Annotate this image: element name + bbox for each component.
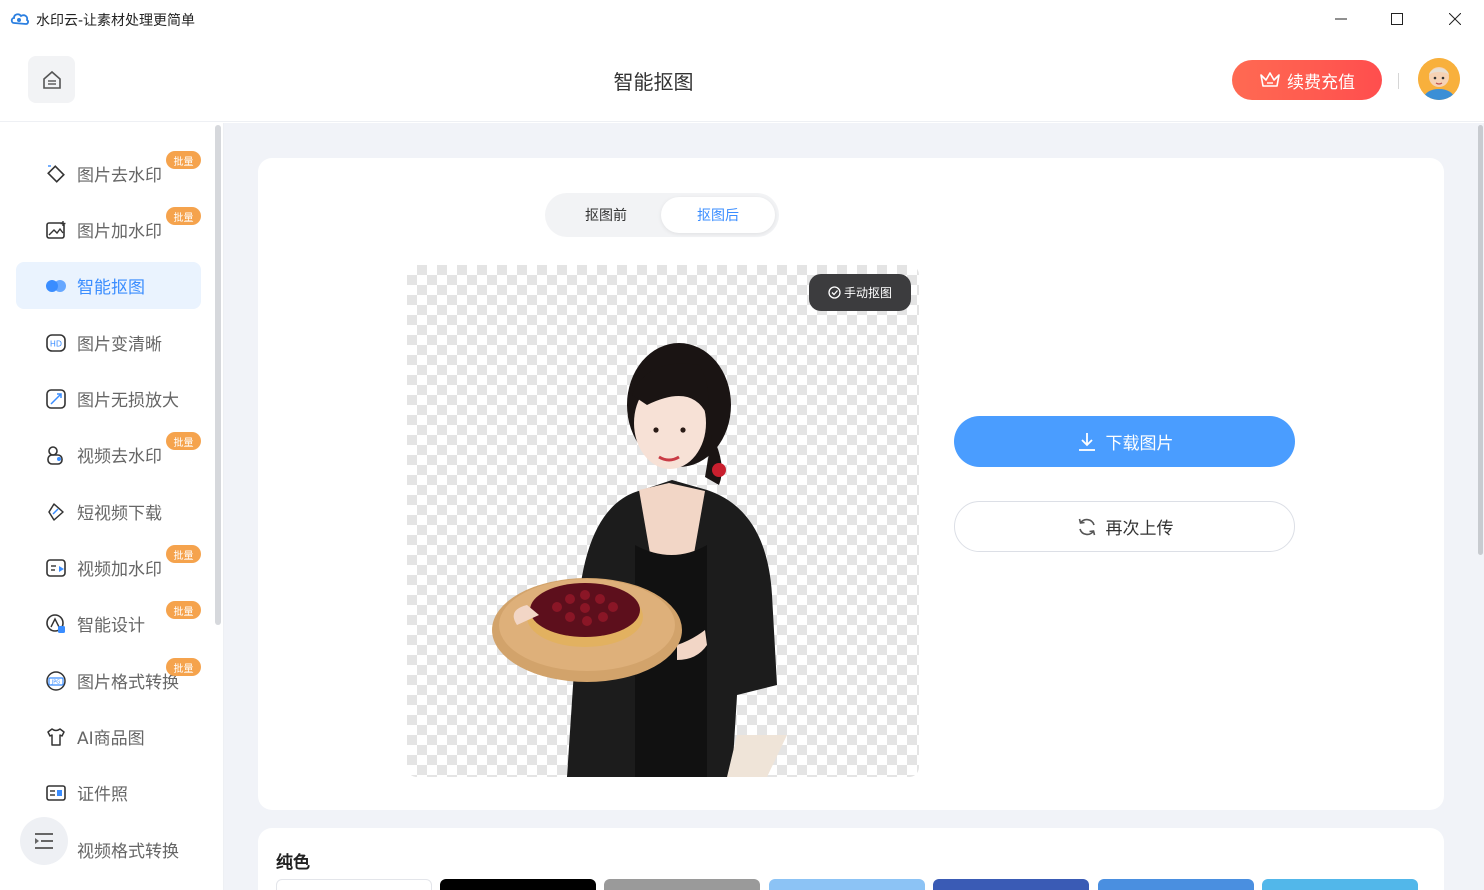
batch-badge: 批量 <box>166 207 201 225</box>
minimize-icon <box>1335 18 1347 20</box>
cutout-icon <box>44 274 68 298</box>
sidebar-item-label: 短视频下载 <box>77 504 162 524</box>
manual-cutout-label: 手动抠图 <box>843 286 892 300</box>
video-add-icon <box>44 556 68 580</box>
color-swatch[interactable] <box>1098 879 1254 890</box>
color-swatch[interactable] <box>604 879 760 890</box>
enlarge-icon <box>44 387 68 411</box>
hd-icon: HD <box>44 331 68 355</box>
before-after-toggle: 抠图前 抠图后 <box>545 193 779 237</box>
solid-color-panel: 纯色 <box>258 828 1444 890</box>
sidebar-item-id-photo[interactable]: 证件照 <box>16 769 201 816</box>
svg-text:JPG: JPG <box>51 679 60 685</box>
collapse-sidebar-button[interactable] <box>20 817 68 865</box>
download-image-button[interactable]: 下载图片 <box>954 416 1295 467</box>
tshirt-icon <box>44 725 68 749</box>
sidebar-item-label: 视频格式转换 <box>77 842 179 862</box>
color-swatch[interactable] <box>933 879 1089 890</box>
menu-collapse-icon <box>35 833 53 849</box>
batch-badge: 批量 <box>166 151 201 169</box>
sidebar-item-label: 视频加水印 <box>77 560 162 580</box>
sidebar-item-label: 图片变清晰 <box>77 335 162 355</box>
image-add-icon <box>44 218 68 242</box>
sidebar-item-label: 图片加水印 <box>77 222 162 242</box>
close-button[interactable] <box>1426 0 1484 38</box>
cutout-card: 抠图前 抠图后 手动抠图 下载图片 再次上传 <box>258 158 1444 810</box>
refresh-icon <box>1078 518 1095 535</box>
sidebar-item-label: 图片无损放大 <box>77 391 179 411</box>
download-label: 下载图片 <box>1105 434 1174 454</box>
link-icon <box>44 500 68 524</box>
avatar-image <box>1418 58 1460 100</box>
download-icon <box>1078 432 1095 451</box>
sidebar-scrollbar[interactable] <box>215 125 221 625</box>
reupload-button[interactable]: 再次上传 <box>954 501 1295 552</box>
video-eraser-icon <box>44 443 68 467</box>
close-icon <box>1449 13 1461 25</box>
renew-label: 续费充值 <box>1287 72 1355 93</box>
color-swatch[interactable] <box>276 879 432 890</box>
sidebar-item-ai-product[interactable]: AI商品图 <box>16 713 201 760</box>
color-swatch[interactable] <box>769 879 925 890</box>
jpg-icon: JPG <box>44 669 68 693</box>
manual-edit-icon <box>828 286 841 299</box>
main-scrollbar[interactable] <box>1477 123 1484 890</box>
header-divider <box>1398 73 1399 89</box>
tab-after-cutout[interactable]: 抠图后 <box>661 197 775 233</box>
maximize-button[interactable] <box>1368 0 1426 38</box>
sidebar-item-short-video-download[interactable]: 短视频下载 <box>16 488 201 535</box>
crown-icon <box>1260 72 1280 87</box>
manual-cutout-button[interactable]: 手动抠图 <box>809 274 911 311</box>
window-title: 水印云-让素材处理更简单 <box>36 13 196 29</box>
sidebar: 图片去水印 批量 图片加水印 批量 智能抠图 HD 图片变清晰 图片无损放大 视… <box>0 123 224 890</box>
color-swatch[interactable] <box>1262 879 1418 890</box>
sidebar-item-image-enhance[interactable]: HD 图片变清晰 <box>16 319 201 366</box>
solid-color-title: 纯色 <box>276 853 310 873</box>
main-area: 抠图前 抠图后 手动抠图 下载图片 再次上传 纯色 <box>224 123 1477 890</box>
reupload-label: 再次上传 <box>1105 519 1174 539</box>
cutout-result-image <box>492 343 787 777</box>
sidebar-item-label: AI商品图 <box>77 729 145 749</box>
page-title: 智能抠图 <box>613 70 694 94</box>
color-swatch[interactable] <box>440 879 596 890</box>
title-bar: 水印云-让素材处理更简单 <box>0 0 1484 38</box>
app-logo-icon <box>10 13 29 25</box>
user-avatar[interactable] <box>1418 58 1460 100</box>
sidebar-item-label: 图片去水印 <box>77 166 162 186</box>
sidebar-item-smart-cutout[interactable]: 智能抠图 <box>16 262 201 309</box>
svg-text:HD: HD <box>50 339 62 348</box>
eraser-icon <box>44 162 68 186</box>
batch-badge: 批量 <box>166 658 201 676</box>
sidebar-item-label: 智能设计 <box>77 616 145 636</box>
tab-before-cutout[interactable]: 抠图前 <box>549 197 663 233</box>
app-header: 智能抠图 续费充值 <box>0 38 1484 122</box>
main-scrollbar-thumb[interactable] <box>1478 125 1483 555</box>
sidebar-item-label: 证件照 <box>77 785 128 805</box>
renew-button[interactable]: 续费充值 <box>1232 60 1382 100</box>
cutout-preview: 手动抠图 <box>407 265 919 777</box>
id-card-icon <box>44 781 68 805</box>
sidebar-item-label: 视频去水印 <box>77 447 162 467</box>
batch-badge: 批量 <box>166 601 201 619</box>
sidebar-item-lossless-enlarge[interactable]: 图片无损放大 <box>16 375 201 422</box>
sidebar-item-label: 图片格式转换 <box>77 673 179 693</box>
maximize-icon <box>1391 13 1403 25</box>
batch-badge: 批量 <box>166 432 201 450</box>
batch-badge: 批量 <box>166 545 201 563</box>
sidebar-item-label: 智能抠图 <box>77 278 145 298</box>
design-icon <box>44 612 68 636</box>
minimize-button[interactable] <box>1312 0 1370 38</box>
